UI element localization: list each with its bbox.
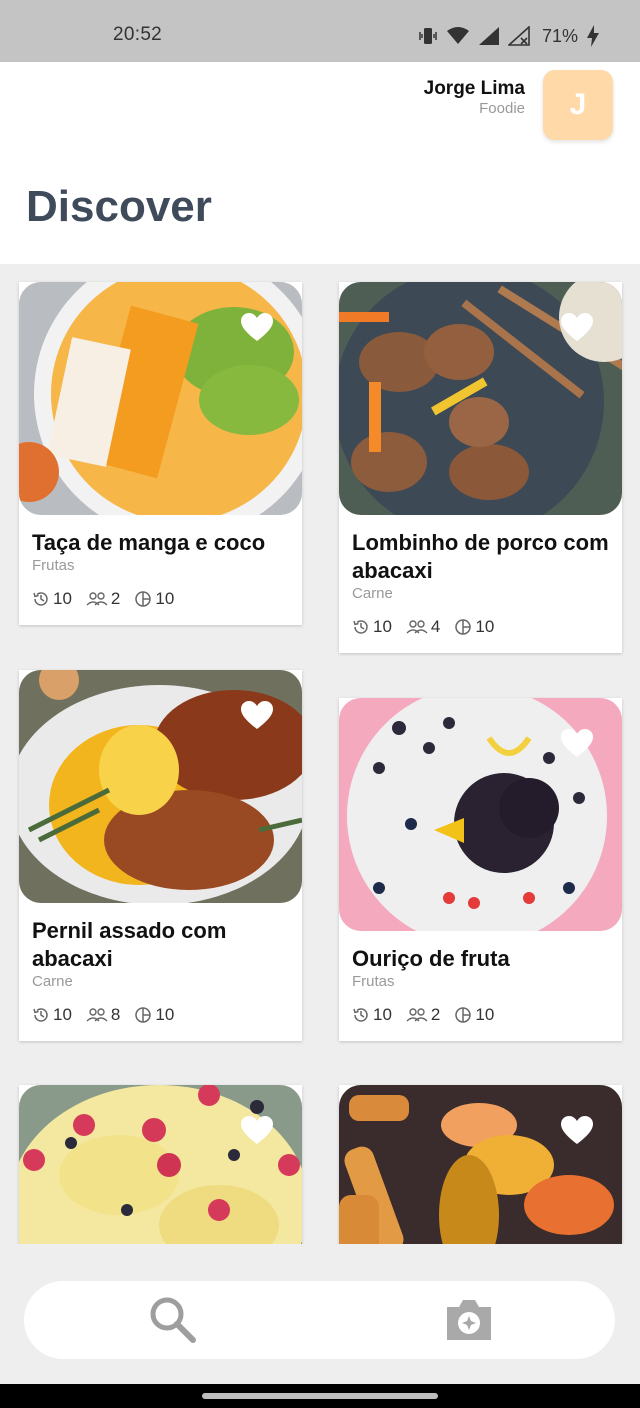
portions-value: 10 [155,589,175,608]
search-icon [150,1297,196,1343]
servings-info: 2 [406,1005,440,1025]
pie-icon [135,1007,152,1023]
time-info: 10 [32,1005,72,1025]
recipe-photo[interactable] [19,1085,302,1244]
recipe-title[interactable]: Lombinho de porco com abacaxi [339,515,622,585]
history-icon [353,620,368,634]
wifi-icon [446,26,470,46]
pie-icon [455,1007,472,1023]
portions-value: 10 [155,1005,175,1024]
servings-value: 8 [110,1005,121,1024]
history-icon [353,1008,368,1022]
recipe-card[interactable] [19,1085,302,1244]
time-value: 10 [373,1005,392,1024]
recipe-meta: 10 2 10 [19,575,302,625]
recipe-card[interactable]: Ouriço de fruta Frutas 10 2 10 [339,698,622,1041]
servings-value: 2 [110,589,121,608]
people-icon [86,592,108,606]
favorite-heart-icon[interactable] [240,312,274,342]
time-value: 10 [53,589,72,608]
user-role: Foodie [479,100,525,117]
portions-info: 10 [454,1005,494,1025]
pie-icon [455,619,472,635]
favorite-heart-icon[interactable] [560,1115,594,1145]
people-icon [86,1008,108,1022]
recipe-image [19,1085,302,1244]
time-value: 10 [53,1005,72,1024]
recipe-category: Carne [352,585,393,602]
search-button[interactable] [147,1295,199,1345]
time-info: 10 [32,589,72,609]
time-value: 10 [373,617,392,636]
servings-info: 4 [406,617,440,637]
recipe-category: Frutas [352,973,395,990]
recipe-category: Frutas [32,557,75,574]
recipe-photo[interactable] [339,282,622,515]
recipe-photo[interactable] [19,282,302,515]
bottom-area [0,1244,640,1384]
servings-info: 2 [86,589,120,609]
recipe-photo[interactable] [339,1085,622,1244]
vibrate-icon [418,26,438,46]
battery-percent: 71% [541,25,578,46]
servings-info: 8 [86,1005,120,1025]
camera-button[interactable] [443,1295,495,1345]
recipe-category: Carne [32,973,73,990]
recipe-meta: 10 2 10 [339,991,622,1041]
recipe-card[interactable]: Lombinho de porco com abacaxi Carne 10 4… [339,282,622,653]
people-icon [406,620,428,634]
recipe-card[interactable]: Taça de manga e coco Frutas 10 2 10 [19,282,302,625]
recipe-photo[interactable] [19,670,302,903]
time-info: 10 [352,1005,392,1025]
portions-info: 10 [134,589,174,609]
portions-info: 10 [454,617,494,637]
people-icon [406,1008,428,1022]
recipe-image [339,1085,622,1244]
bottom-nav [24,1281,615,1359]
portions-info: 10 [134,1005,174,1025]
servings-value: 4 [430,617,441,636]
charging-icon [586,25,600,47]
pie-icon [135,591,152,607]
home-gesture-handle[interactable] [202,1393,438,1399]
favorite-heart-icon[interactable] [560,728,594,758]
status-time: 20:52 [113,24,163,45]
no-signal-icon [507,26,530,46]
favorite-heart-icon[interactable] [240,700,274,730]
recipe-feed[interactable]: Taça de manga e coco Frutas 10 2 10 Lomb… [0,264,640,1244]
recipe-title[interactable]: Taça de manga e coco [19,515,302,557]
recipe-title[interactable]: Ouriço de fruta [339,931,622,973]
page-title: Discover [26,182,212,231]
recipe-title[interactable]: Pernil assado com abacaxi [19,903,302,973]
status-bar: 20:52 71% [0,0,640,62]
recipe-card[interactable] [339,1085,622,1244]
recipe-card[interactable]: Pernil assado com abacaxi Carne 10 8 10 [19,670,302,1041]
gesture-bar [0,1384,640,1408]
avatar[interactable]: J [543,70,613,140]
history-icon [33,592,48,606]
recipe-photo[interactable] [339,698,622,931]
history-icon [33,1008,48,1022]
favorite-heart-icon[interactable] [560,312,594,342]
camera-icon [447,1300,491,1340]
status-icons: 71% [418,22,600,50]
recipe-meta: 10 8 10 [19,991,302,1041]
portions-value: 10 [475,617,495,636]
recipe-meta: 10 4 10 [339,603,622,653]
header: Jorge Lima Foodie J Discover [0,62,640,264]
signal-icon [478,26,500,46]
servings-value: 2 [430,1005,441,1024]
portions-value: 10 [475,1005,495,1024]
time-info: 10 [352,617,392,637]
user-name: Jorge Lima [423,78,525,99]
favorite-heart-icon[interactable] [240,1115,274,1145]
